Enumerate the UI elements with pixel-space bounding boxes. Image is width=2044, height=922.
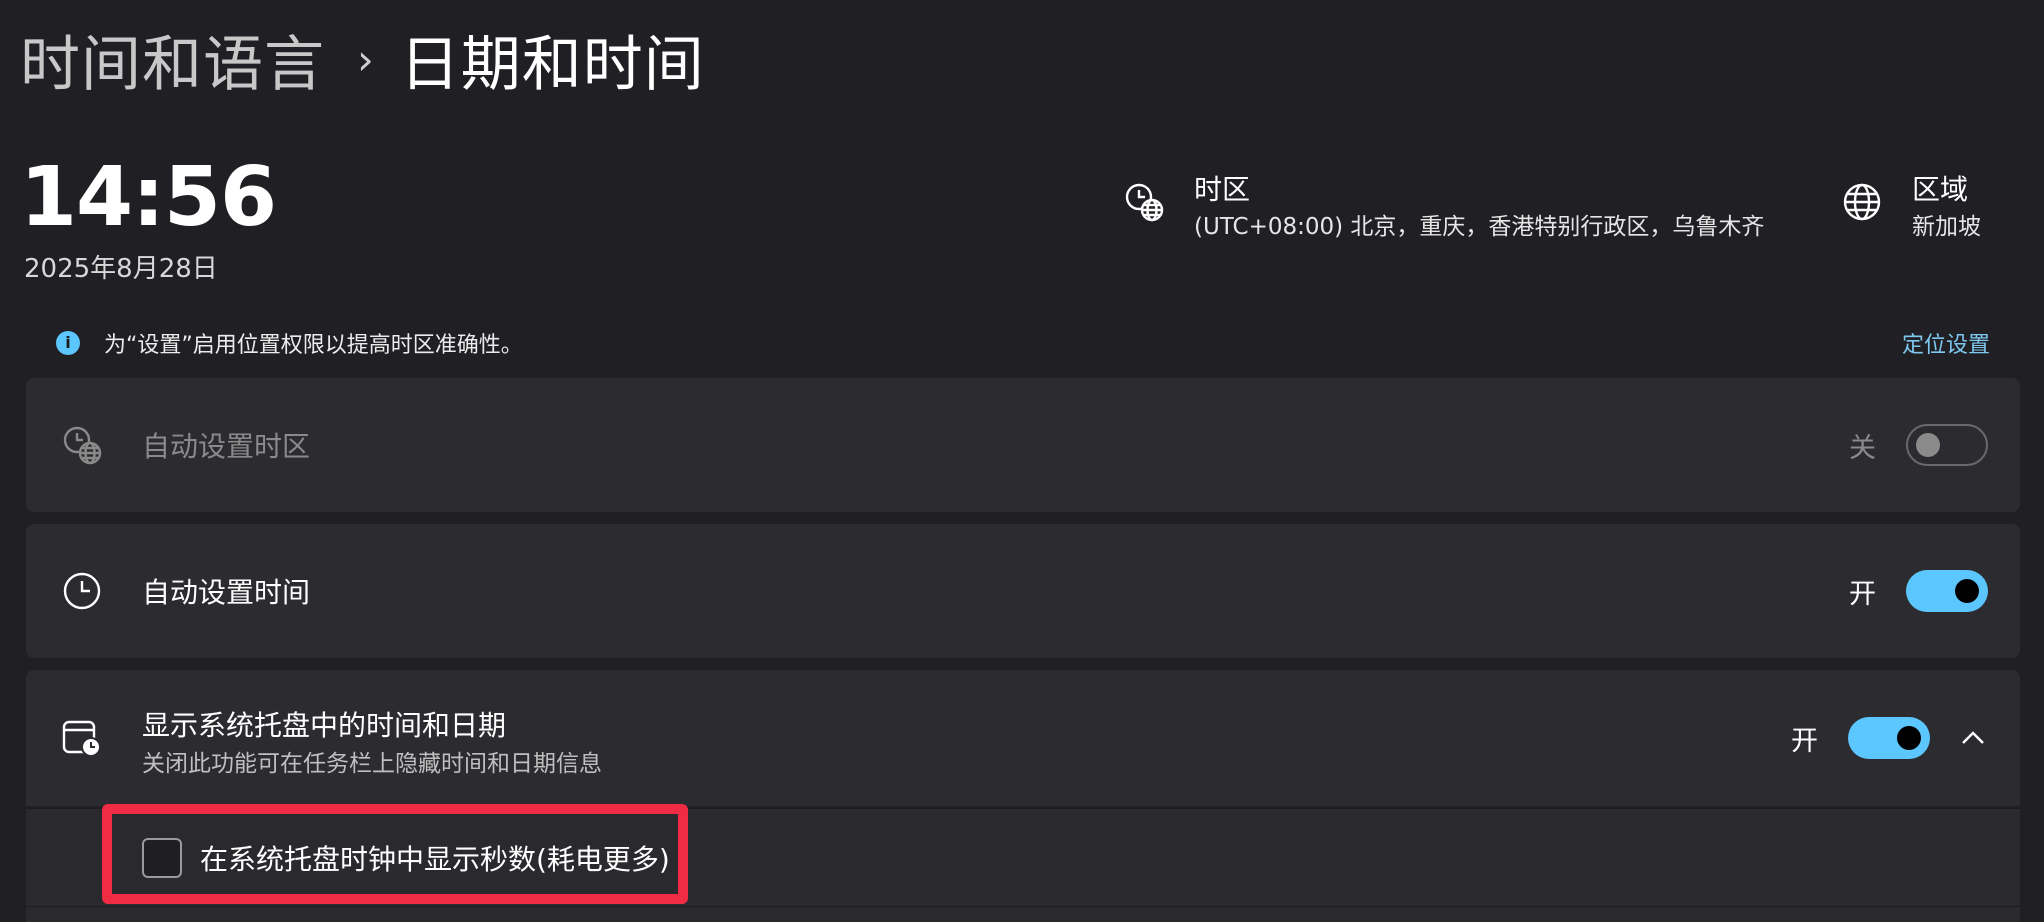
auto-time-toggle[interactable] xyxy=(1906,570,1988,612)
tray-time-toggle[interactable] xyxy=(1848,717,1930,759)
auto-time-state: 开 xyxy=(1849,578,1876,610)
info-text: 为“设置”启用位置权限以提高时区准确性。 xyxy=(104,333,523,358)
timezone-value: (UTC+08:00) 北京，重庆，香港特别行政区，乌鲁木齐 xyxy=(1194,214,1765,240)
timezone-summary[interactable]: 时区 (UTC+08:00) 北京，重庆，香港特别行政区，乌鲁木齐 xyxy=(1122,170,1764,244)
tray-time-label: 显示系统托盘中的时间和日期 xyxy=(142,709,507,742)
settings-window: 时间和语言 › 日期和时间 14:56 2025年8月28日 时区 (UTC+0… xyxy=(0,0,2044,922)
toggle-knob xyxy=(1897,726,1921,750)
tray-time-text: 显示系统托盘中的时间和日期 关闭此功能可在任务栏上隐藏时间和日期信息 xyxy=(142,704,602,778)
chevron-up-icon[interactable] xyxy=(1958,723,1988,753)
current-date: 2025年8月28日 xyxy=(24,254,218,284)
info-icon-glyph: i xyxy=(65,333,71,352)
auto-timezone-card: 自动设置时区 关 xyxy=(26,378,2020,512)
calendar-clock-icon xyxy=(62,720,101,757)
clock-globe-icon xyxy=(63,426,102,465)
breadcrumb-chevron-icon: › xyxy=(357,34,374,84)
auto-timezone-toggle[interactable] xyxy=(1906,424,1988,466)
region-summary[interactable]: 区域 新加坡 xyxy=(1840,170,1981,244)
globe-icon xyxy=(1843,183,1881,221)
toggle-knob xyxy=(1955,579,1979,603)
location-info-bar: i 为“设置”启用位置权限以提高时区准确性。 定位设置 xyxy=(56,326,1990,360)
highlight-box xyxy=(102,804,688,904)
next-row-edge xyxy=(26,906,2020,922)
tray-time-state: 开 xyxy=(1791,725,1818,757)
auto-timezone-state: 关 xyxy=(1849,432,1876,464)
tray-time-card[interactable]: 显示系统托盘中的时间和日期 关闭此功能可在任务栏上隐藏时间和日期信息 开 xyxy=(26,670,2020,806)
info-icon: i xyxy=(56,331,80,355)
timezone-title: 时区 xyxy=(1194,173,1251,206)
auto-time-card: 自动设置时间 开 xyxy=(26,524,2020,658)
tray-time-toggle-area: 开 xyxy=(1791,717,1988,759)
page-title: 日期和时间 xyxy=(399,29,705,100)
clock-globe-icon xyxy=(1125,183,1164,222)
location-settings-link[interactable]: 定位设置 xyxy=(1902,327,1990,359)
auto-time-toggle-area: 开 xyxy=(1849,570,1988,612)
clock-icon xyxy=(63,572,101,610)
current-time: 14:56 xyxy=(20,150,277,245)
region-title: 区域 xyxy=(1912,173,1969,206)
auto-timezone-toggle-area: 关 xyxy=(1849,424,1988,466)
region-value: 新加坡 xyxy=(1912,214,1981,240)
toggle-knob xyxy=(1916,433,1940,457)
auto-time-label: 自动设置时间 xyxy=(142,576,311,609)
breadcrumb-parent-link[interactable]: 时间和语言 xyxy=(20,16,325,103)
tray-time-description: 关闭此功能可在任务栏上隐藏时间和日期信息 xyxy=(142,751,602,777)
auto-timezone-label: 自动设置时区 xyxy=(142,430,311,463)
breadcrumb: 时间和语言 › 日期和时间 xyxy=(20,14,705,104)
